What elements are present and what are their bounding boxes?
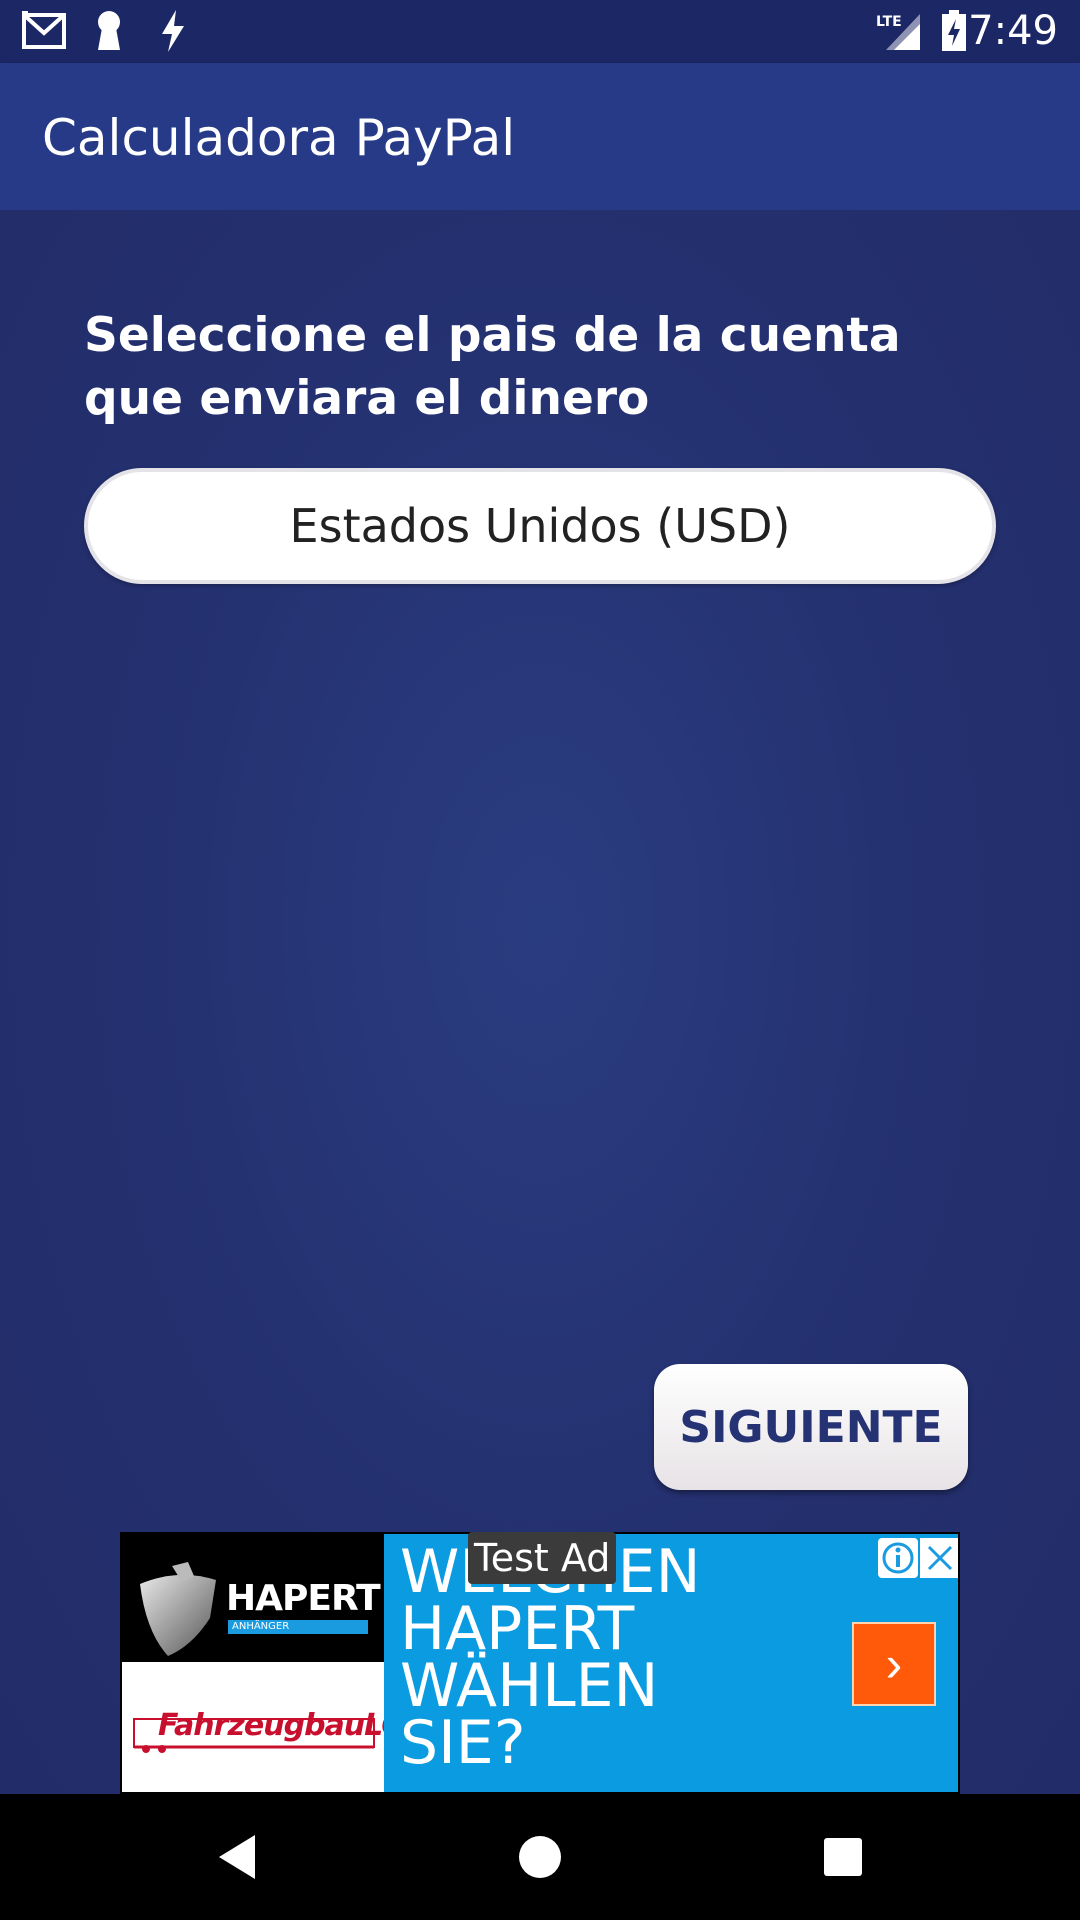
ad-brand: HAPERT: [226, 1578, 381, 1619]
ad-brand-sub: ANHÄNGER: [228, 1620, 368, 1634]
app-title: Calculadora PayPal: [42, 109, 516, 167]
svg-text:LTE: LTE: [876, 14, 902, 30]
flash-icon: [158, 10, 188, 52]
gmail-icon: [22, 10, 68, 52]
status-time: 7:49: [968, 8, 1058, 54]
navigation-bar: [0, 1794, 1080, 1920]
lte-signal-icon: LTE: [876, 10, 922, 52]
back-icon[interactable]: [204, 1824, 270, 1890]
ad-arrow-button[interactable]: ›: [852, 1622, 936, 1706]
app-bar: Calculadora PayPal: [0, 63, 1080, 210]
ad-logo-panel: HAPERT ANHÄNGER FahrzeugbauLOWIS: [122, 1534, 470, 1792]
close-icon[interactable]: [920, 1538, 958, 1578]
battery-charging-icon: [940, 10, 968, 52]
keyhole-icon: [94, 10, 124, 52]
home-icon[interactable]: [507, 1824, 573, 1890]
status-bar: LTE 7:49: [0, 0, 1080, 63]
recents-icon[interactable]: [810, 1824, 876, 1890]
country-prompt: Seleccione el pais de la cuenta que envi…: [84, 308, 901, 426]
hapert-shield-logo: [140, 1562, 216, 1656]
info-icon[interactable]: [878, 1538, 918, 1578]
country-select[interactable]: Estados Unidos (USD): [84, 468, 996, 584]
test-ad-label: Test Ad: [468, 1532, 617, 1584]
next-button[interactable]: SIGUIENTE: [654, 1364, 968, 1490]
